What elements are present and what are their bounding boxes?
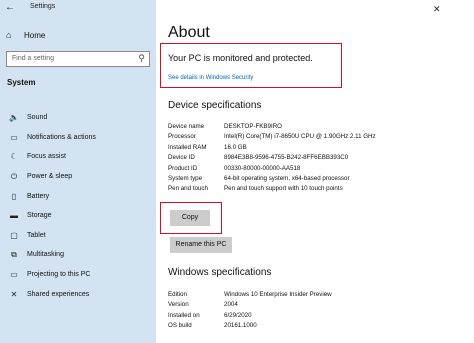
search-placeholder: Find a setting [12,55,55,62]
sidebar-item-sound[interactable]: 🔈 Sound [0,108,156,128]
spec-row: Pen and touch Pen and touch support with… [168,184,376,194]
spec-value: 64-bit operating system, x64-based proce… [224,174,350,182]
spec-label: System type [168,174,203,182]
focus-assist-icon: ☾ [10,152,18,162]
spec-label: Installed on [168,311,200,319]
spec-row: Product ID 00330-80000-00000-AA518 [168,164,376,174]
sidebar-item-shared-experiences[interactable]: ✕ Shared experiences [0,284,156,304]
sidebar-item-label: Sound [27,114,48,122]
spec-row: OS build 20161.1000 [168,321,332,331]
spec-label: Edition [168,291,187,298]
sidebar-item-multitasking[interactable]: ⧉ Multitasking [0,245,156,265]
highlight-box-protection [160,43,342,88]
spec-row: Edition Windows 10 Enterprise Insider Pr… [168,290,332,300]
spec-row: Device name DESKTOP-FKB9IRO [168,122,376,132]
spec-row: Installed RAM 16.0 GB [168,143,376,153]
search-icon: ⚲ [138,53,145,63]
shared-experiences-icon: ✕ [10,289,18,299]
spec-value: Pen and touch support with 10 touch poin… [224,185,343,193]
spec-label: Device name [168,123,205,130]
spec-value: DESKTOP-FKB9IRO [224,123,282,130]
spec-row: Installed on 6/29/2020 [168,311,332,321]
rename-pc-button[interactable]: Rename this PC [170,237,232,253]
spec-value: 2004 [224,301,238,309]
sidebar-item-label: Tablet [27,231,46,239]
sidebar-item-label: Focus assist [27,153,66,161]
close-icon[interactable]: ✕ [433,4,441,15]
spec-label: Device ID [168,154,195,162]
spec-label: Version [168,301,189,309]
highlight-box-copy [160,202,222,234]
spec-value: 8984E3B8-9596-4755-B242-8FF6EBB393C0 [224,154,349,162]
storage-icon: ▬ [10,211,18,221]
spec-label: Installed RAM [168,143,207,151]
sidebar-item-battery[interactable]: ▯ Battery [0,186,156,206]
sidebar-nav-list: 🔈 Sound ▭ Notifications & actions ☾ Focu… [0,108,156,304]
notifications-icon: ▭ [10,132,18,142]
page-title: About [168,24,210,41]
spec-value: Windows 10 Enterprise Insider Preview [224,291,332,298]
sidebar-item-power-sleep[interactable]: ⏻ Power & sleep [0,167,156,187]
multitasking-icon: ⧉ [11,249,17,259]
spec-row: System type 64-bit operating system, x64… [168,174,376,184]
sidebar-item-storage[interactable]: ▬ Storage [0,206,156,226]
spec-label: Pen and touch [168,185,208,193]
sound-icon: 🔈 [9,113,19,123]
power-icon: ⏻ [10,171,18,181]
spec-label: Processor [168,133,196,141]
spec-value: Intel(R) Core(TM) i7-8650U CPU @ 1.90GHz… [224,133,376,141]
title-bar: ← Settings [0,0,156,16]
device-specs-heading: Device specifications [168,100,262,111]
sidebar-item-tablet[interactable]: ▢ Tablet [0,226,156,246]
window-title: Settings [30,3,56,10]
spec-value: 00330-80000-00000-AA518 [224,164,301,172]
search-input[interactable]: Find a setting ⚲ [6,51,150,67]
windows-specs-heading: Windows specifications [168,267,272,278]
sidebar-item-label: Multitasking [27,251,64,259]
sidebar-item-label: Storage [27,212,52,220]
spec-row: Version 2004 [168,300,332,310]
nav-home[interactable]: ⌂ Home [6,28,45,42]
sidebar-item-notifications[interactable]: ▭ Notifications & actions [0,128,156,148]
spec-value: 16.0 GB [224,143,247,151]
home-icon: ⌂ [6,30,12,40]
sidebar-item-label: Battery [27,192,50,200]
sidebar-item-label: Power & sleep [27,173,73,181]
section-label-system: System [7,78,36,87]
home-label: Home [24,30,46,40]
projecting-icon: ▭ [10,270,18,280]
sidebar-item-focus-assist[interactable]: ☾ Focus assist [0,147,156,167]
device-specs-list: Device name DESKTOP-FKB9IRO Processor In… [168,122,376,195]
tablet-icon: ▢ [10,230,18,240]
back-arrow-icon[interactable]: ← [5,2,15,13]
battery-icon: ▯ [11,191,17,201]
spec-row: Device ID 8984E3B8-9596-4755-B242-8FF6EB… [168,153,376,163]
spec-value: 6/29/2020 [224,311,252,319]
spec-label: Product ID [168,164,198,172]
spec-label: OS build [168,322,192,330]
sidebar-item-label: Shared experiences [27,290,90,298]
spec-row: Processor Intel(R) Core(TM) i7-8650U CPU… [168,132,376,142]
sidebar: ← Settings ⌂ Home Find a setting ⚲ Syste… [0,0,156,343]
sidebar-item-projecting[interactable]: ▭ Projecting to this PC [0,265,156,285]
spec-value: 20161.1000 [224,322,257,330]
sidebar-item-label: Notifications & actions [27,133,96,141]
windows-specs-list: Edition Windows 10 Enterprise Insider Pr… [168,290,332,332]
sidebar-item-label: Projecting to this PC [27,271,91,279]
